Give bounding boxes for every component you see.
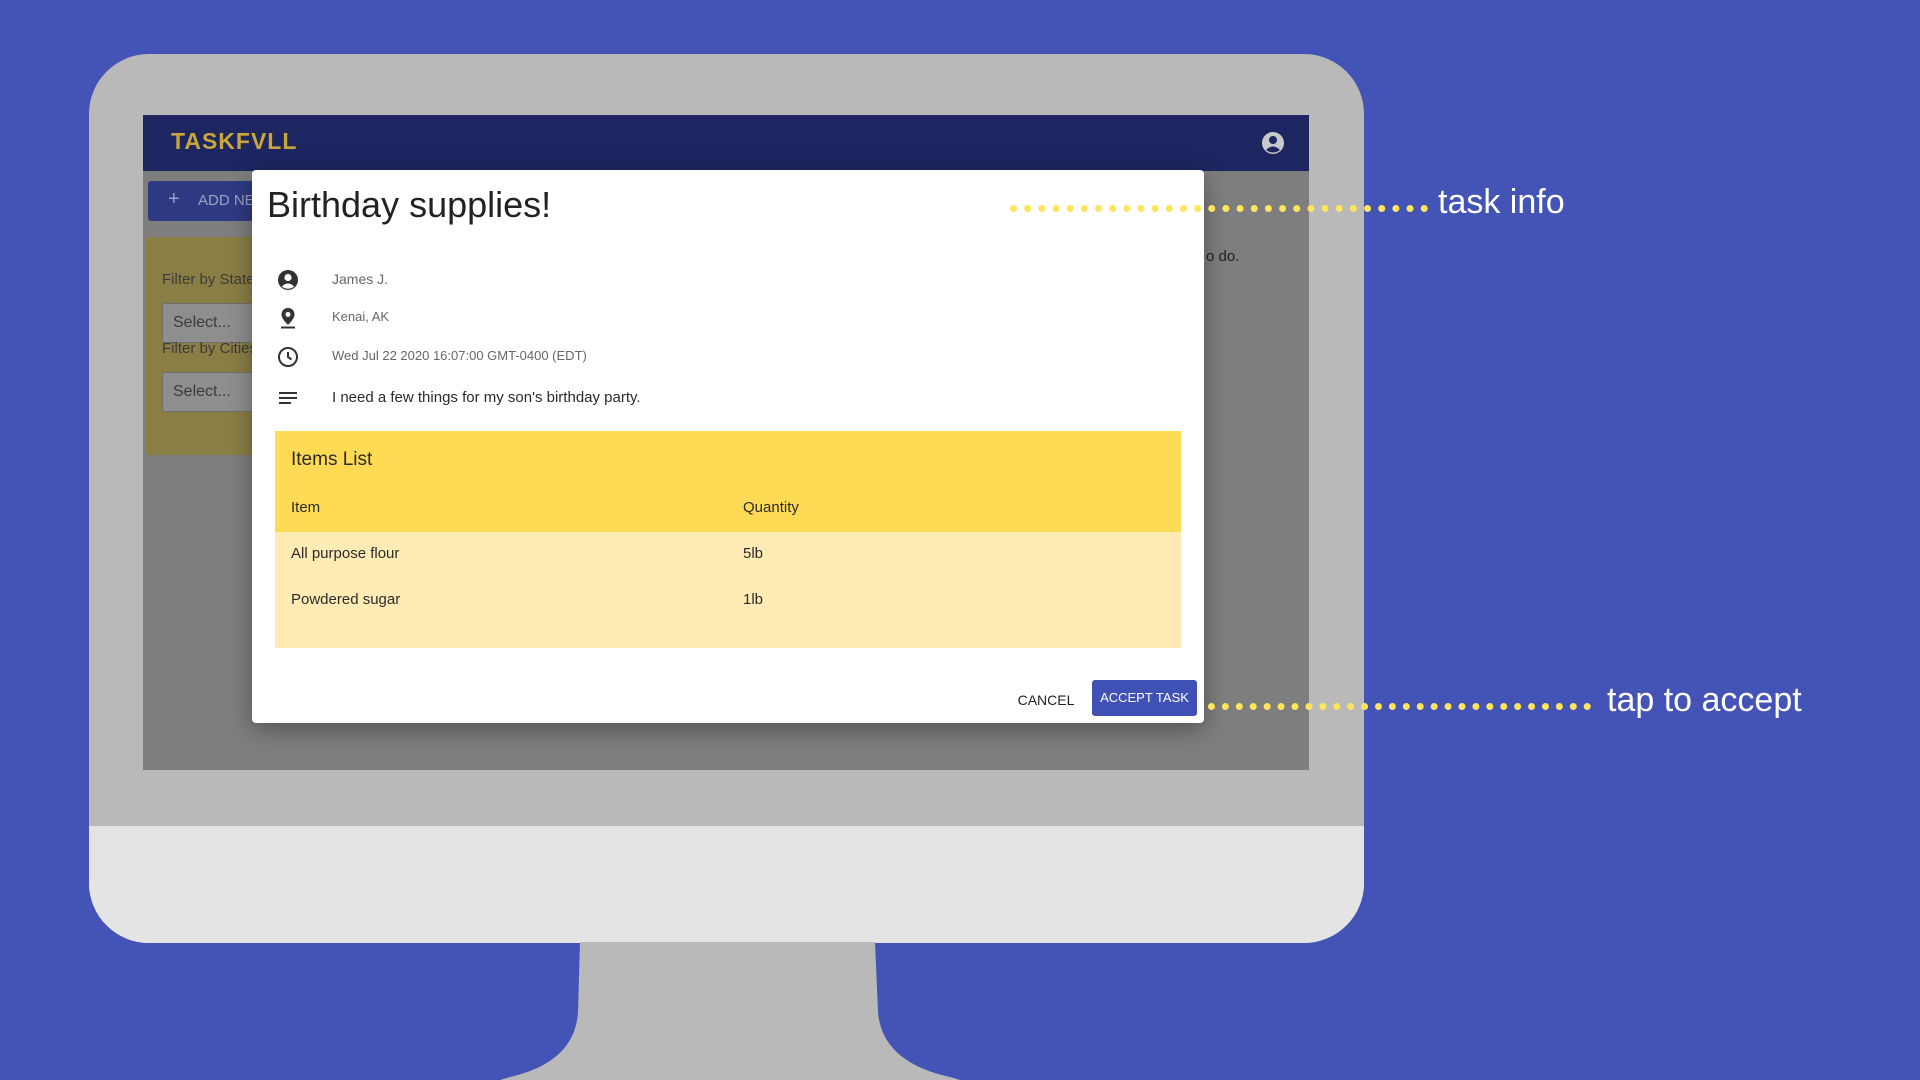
item-name: Powdered sugar [291,591,401,608]
location-row: Kenai, AK [276,303,1176,333]
column-header-quantity: Quantity [743,499,799,516]
app-header: TASKFVLL [143,115,1309,171]
items-list-header: Items List Item Quantity [275,431,1181,532]
task-info-annotation: task info [1438,183,1565,221]
table-row: All purpose flour 5lb [275,545,1181,575]
cancel-button[interactable]: CANCEL [1013,688,1079,712]
task-dialog: Birthday supplies! James J. Kenai, AK We… [252,170,1204,723]
item-name: All purpose flour [291,545,400,562]
datetime-row: Wed Jul 22 2020 16:07:00 GMT-0400 (EDT) [276,342,1176,372]
description-row: I need a few things for my son's birthda… [276,383,1176,413]
person-icon [278,270,298,290]
account-circle-icon[interactable] [1261,131,1285,155]
clock-icon [278,347,298,367]
description-text: I need a few things for my son's birthda… [332,389,641,406]
requester-row: James J. [276,265,1176,295]
column-header-item: Item [291,499,321,516]
filter-state-label: Filter by State [162,271,255,288]
app-logo[interactable]: TASKFVLL [171,128,297,155]
item-quantity: 1lb [743,591,764,608]
filter-cities-label: Filter by Cities [162,340,258,357]
monitor-chin [89,826,1364,943]
monitor-stand [500,942,960,1080]
background-text: o do. [1206,248,1240,265]
tap-to-accept-annotation: tap to accept [1607,681,1802,719]
table-row: Powdered sugar 1lb [275,591,1181,621]
filter-cities-placeholder: Select... [173,383,231,400]
location-pin-icon [281,308,295,329]
accept-task-button[interactable]: ACCEPT TASK [1092,680,1197,716]
tap-to-accept-dotted-line [1208,703,1591,710]
requester-name: James J. [332,271,389,287]
item-quantity: 5lb [743,545,764,562]
items-list-panel: Items List Item Quantity All purpose flo… [275,431,1181,648]
filter-state-placeholder: Select... [173,314,231,331]
datetime-text: Wed Jul 22 2020 16:07:00 GMT-0400 (EDT) [332,348,587,363]
task-info-dotted-line [1010,205,1428,212]
notes-icon [279,392,297,404]
location-text: Kenai, AK [332,309,390,324]
plus-icon: + [168,188,180,210]
items-list-title: Items List [291,449,373,470]
dialog-title: Birthday supplies! [267,184,552,225]
